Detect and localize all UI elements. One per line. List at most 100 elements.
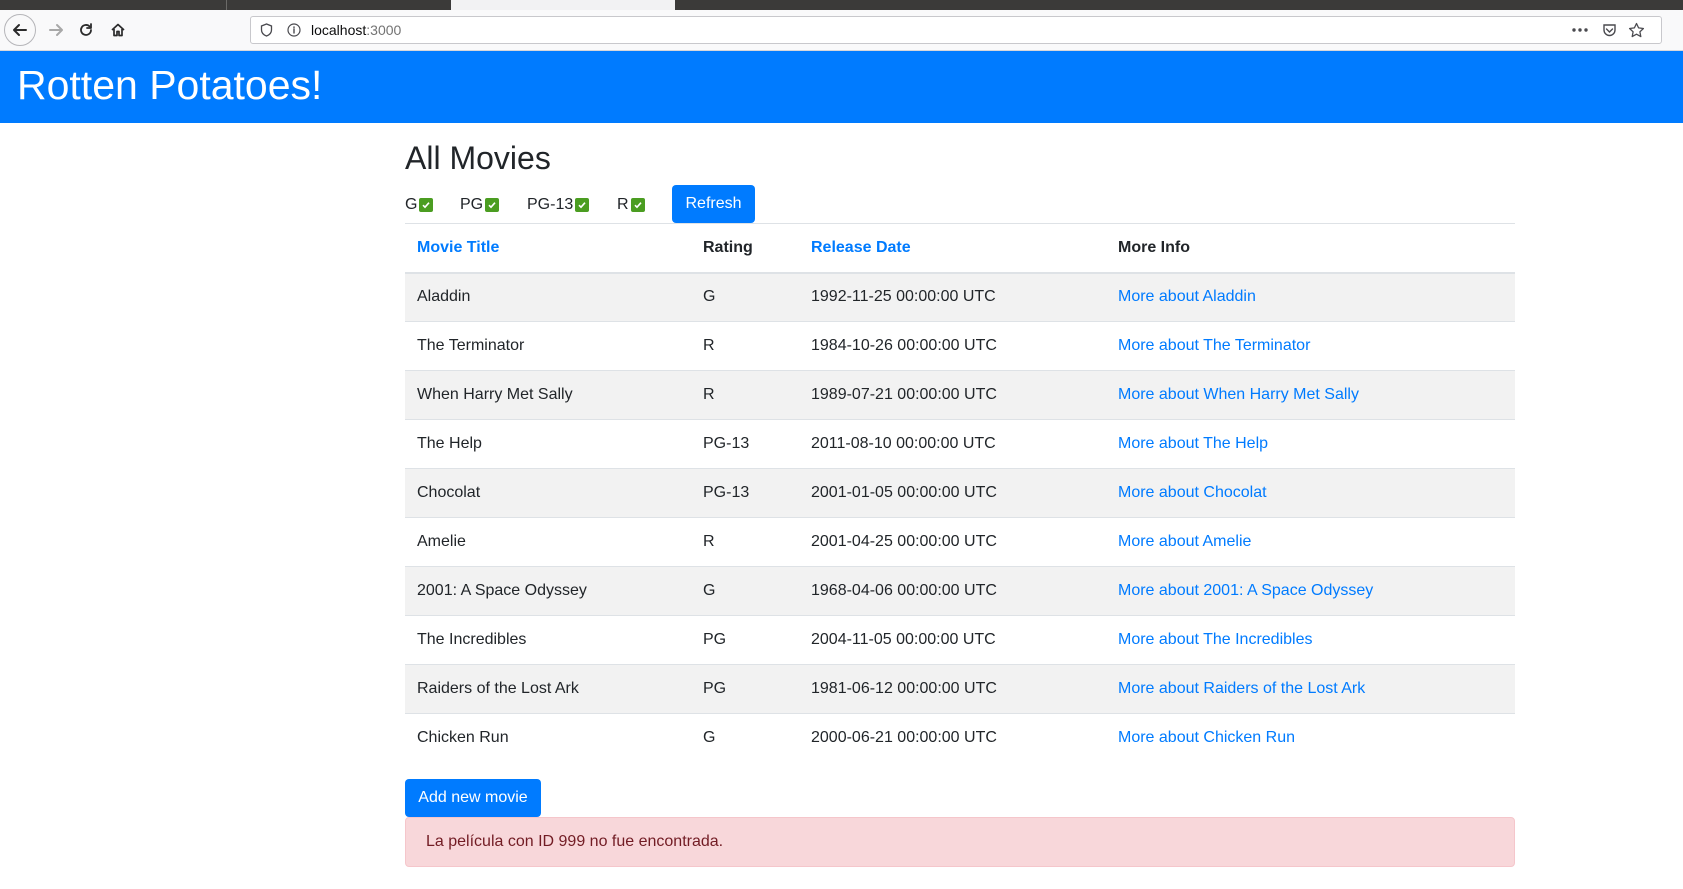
movies-table-body: Aladdin G 1992-11-25 00:00:00 UTC More abou…: [405, 272, 1515, 763]
movie-rating-cell: PG-13: [703, 435, 750, 452]
movie-title-cell: Chocolat: [417, 484, 481, 501]
movie-rating-cell: R: [703, 337, 715, 354]
table-row: The Incredibles PG 2004-11-05 00:00:00 UTC…: [405, 615, 1515, 665]
more-info-link[interactable]: More about Chocolat: [1118, 484, 1267, 501]
movie-rating-cell: R: [703, 533, 715, 550]
movie-release-date-cell: 1981-06-12 00:00:00 UTC: [811, 680, 997, 697]
url-host: localhost: [311, 22, 367, 38]
checkbox-checked-icon[interactable]: [419, 198, 434, 212]
more-info-link[interactable]: More about Amelie: [1118, 533, 1251, 550]
more-info-cell: More about Raiders of the Lost Ark: [1106, 664, 1515, 714]
reload-icon: [80, 23, 92, 36]
movie-title-cell: Chicken Run: [405, 713, 691, 763]
movie-rating-cell: R: [691, 517, 799, 567]
table-row: When Harry Met Sally R 1989-07-21 00:00:00…: [405, 370, 1515, 420]
bookmark-star-icon[interactable]: [1627, 21, 1645, 39]
movie-rating-cell: PG: [703, 631, 727, 648]
table-row: The Terminator R 1984-10-26 00:00:00 UTC Mo…: [405, 321, 1515, 371]
sort-by-release-date-link[interactable]: Release Date: [811, 239, 911, 256]
table-row: Chicken Run G 2000-06-21 00:00:00 UTC More …: [405, 713, 1515, 763]
movie-rating-cell: G: [691, 272, 799, 322]
movie-title-cell: The Terminator: [405, 321, 691, 371]
movie-release-date-cell: 2001-04-25 00:00:00 UTC: [799, 517, 1106, 567]
column-header-movie-title: Movie Title: [405, 223, 691, 274]
column-header-rating: Rating: [691, 223, 799, 274]
movie-title-cell: The Help: [417, 435, 482, 452]
movie-rating-cell: PG: [691, 664, 799, 714]
url-bar[interactable]: localhost:3000: [250, 16, 1662, 44]
movie-rating-cell: R: [691, 370, 799, 420]
page-actions-icon[interactable]: [1571, 23, 1589, 37]
movie-rating-cell: PG: [703, 680, 727, 697]
more-info-link[interactable]: More about Aladdin: [1118, 288, 1256, 305]
app-title: Rotten Potatoes!: [17, 62, 323, 108]
more-info-cell: More about Chocolat: [1106, 468, 1515, 518]
movie-title-cell: Chocolat: [405, 468, 691, 518]
movie-title-cell: 2001: A Space Odyssey: [405, 566, 691, 616]
movie-release-date-cell: 1984-10-26 00:00:00 UTC: [799, 321, 1106, 371]
movie-title-cell: The Incredibles: [417, 631, 527, 648]
movie-rating-cell: G: [703, 288, 716, 306]
forward-button[interactable]: [40, 14, 72, 46]
table-header-row: Movie Title Rating Release Date More Inf…: [405, 223, 1515, 274]
more-info-cell: More about The Help: [1106, 419, 1515, 469]
movie-rating-cell: R: [703, 386, 715, 403]
more-info-link[interactable]: More about Chicken Run: [1118, 729, 1295, 746]
app-header: Rotten Potatoes!: [0, 51, 1683, 123]
more-info-cell: More about Aladdin: [1106, 272, 1515, 322]
movie-title-cell: The Help: [405, 419, 691, 469]
movie-rating-cell: R: [691, 321, 799, 371]
shield-icon[interactable]: [259, 23, 273, 37]
movie-title-cell: When Harry Met Sally: [405, 370, 691, 420]
table-row: The Help PG-13 2011-08-10 00:00:00 UTC More…: [405, 419, 1515, 469]
site-info-icon[interactable]: [287, 23, 301, 37]
movie-title-cell: The Terminator: [417, 337, 525, 354]
movie-release-date-cell: 1992-11-25 00:00:00 UTC: [811, 288, 996, 306]
movie-release-date-cell: 2004-11-05 00:00:00 UTC: [811, 631, 996, 648]
refresh-button[interactable]: Refresh: [672, 185, 755, 223]
flash-message: La película con ID 999 no fue encontrada…: [426, 833, 724, 850]
more-info-link[interactable]: More about 2001: A Space Odyssey: [1118, 582, 1373, 599]
movie-rating-cell: PG-13: [703, 484, 750, 501]
rating-filter-pg[interactable]: PG: [460, 196, 500, 214]
more-info-link[interactable]: More about When Harry Met Sally: [1118, 386, 1359, 403]
checkbox-checked-icon[interactable]: [575, 198, 590, 212]
checkbox-checked-icon[interactable]: [630, 198, 645, 212]
more-info-link[interactable]: More about The Help: [1118, 435, 1268, 452]
back-arrow-icon: [13, 24, 27, 36]
movie-title-cell: Amelie: [417, 533, 466, 550]
more-info-cell: More about The Terminator: [1106, 321, 1515, 371]
checkbox-checked-icon[interactable]: [485, 198, 500, 212]
movie-title-cell: 2001: A Space Odyssey: [417, 582, 587, 599]
movie-release-date-cell: 1992-11-25 00:00:00 UTC: [799, 272, 1106, 322]
movie-rating-cell: G: [703, 729, 716, 747]
rating-filter-g[interactable]: G: [405, 196, 434, 214]
movie-title-cell: Raiders of the Lost Ark: [405, 664, 691, 714]
more-info-cell: More about The Incredibles: [1106, 615, 1515, 665]
back-button[interactable]: [4, 14, 36, 46]
add-new-movie-button[interactable]: Add new movie: [405, 779, 541, 817]
movie-release-date-cell: 2011-08-10 00:00:00 UTC: [799, 419, 1106, 469]
column-header-more-info: More Info: [1106, 223, 1515, 274]
more-info-link[interactable]: More about The Incredibles: [1118, 631, 1312, 648]
movie-release-date-cell: 1968-04-06 00:00:00 UTC: [811, 582, 997, 599]
more-info-link[interactable]: More about Raiders of the Lost Ark: [1118, 680, 1365, 697]
rating-label: PG: [460, 196, 484, 213]
movie-title-cell: When Harry Met Sally: [417, 386, 573, 403]
more-info-cell: More about Chicken Run: [1106, 713, 1515, 763]
more-info-link[interactable]: More about The Terminator: [1118, 337, 1310, 354]
sort-by-title-link[interactable]: Movie Title: [417, 239, 499, 256]
pocket-icon[interactable]: [1601, 22, 1617, 38]
movie-release-date-cell: 1984-10-26 00:00:00 UTC: [811, 337, 997, 354]
movies-table: Movie Title Rating Release Date More Inf…: [405, 223, 1515, 763]
rating-label: G: [405, 196, 418, 213]
browser-toolbar: localhost:3000: [0, 10, 1683, 51]
url-text[interactable]: localhost:3000: [311, 22, 401, 38]
movie-rating-cell: G: [691, 566, 799, 616]
table-row: Aladdin G 1992-11-25 00:00:00 UTC More abou…: [405, 272, 1515, 322]
home-button[interactable]: [102, 14, 134, 46]
reload-button[interactable]: [70, 14, 102, 46]
movie-release-date-cell: 2001-01-05 00:00:00 UTC: [799, 468, 1106, 518]
rating-filter-pg-13[interactable]: PG-13: [527, 196, 590, 214]
rating-filter-r[interactable]: R: [617, 196, 645, 214]
